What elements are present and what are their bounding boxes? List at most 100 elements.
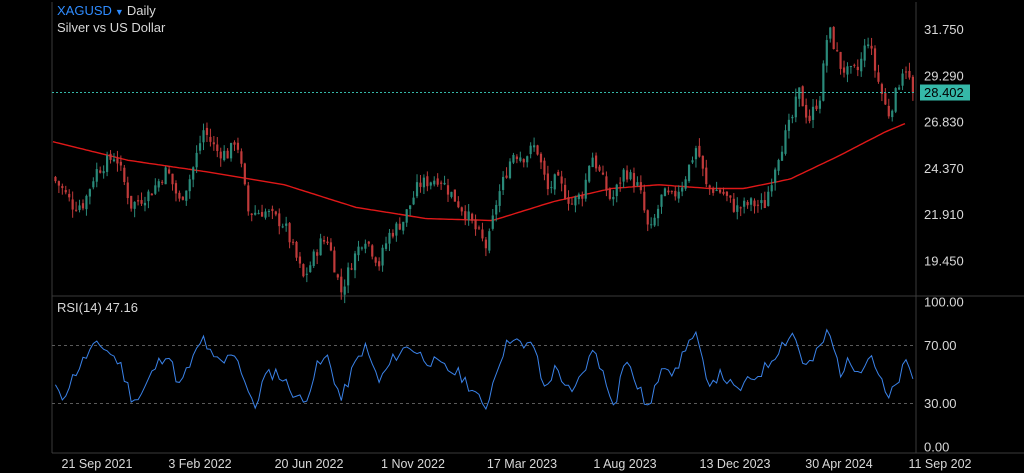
chart-canvas: 31.750 29.290 26.830 24.370 21.910 19.450 100.… <box>51 2 1024 471</box>
candle <box>608 187 611 201</box>
candle <box>570 197 574 205</box>
candle-body <box>302 264 305 277</box>
candle <box>505 167 508 179</box>
candle <box>419 174 422 193</box>
candle <box>532 137 536 152</box>
candle-body <box>267 210 271 212</box>
candle <box>123 164 126 186</box>
candle-body <box>749 198 753 205</box>
candle <box>687 164 691 183</box>
candle-body <box>350 268 353 270</box>
candle <box>264 208 267 220</box>
candle-body <box>574 196 577 206</box>
candle <box>446 178 450 202</box>
candle-body <box>887 105 890 117</box>
candle <box>422 174 426 195</box>
candle <box>508 158 512 180</box>
candle <box>684 176 687 191</box>
candle <box>319 233 322 256</box>
candle-body <box>281 226 284 228</box>
rsi-axis-label: 70.00 <box>924 338 957 353</box>
candle-body <box>519 157 522 161</box>
candle <box>629 169 632 181</box>
candle <box>856 59 859 77</box>
candle <box>185 190 188 206</box>
candle-body <box>340 276 343 293</box>
candle-body <box>908 70 911 78</box>
timeframe-label[interactable]: Daily <box>127 3 156 18</box>
time-axis-label: 3 Feb 2022 <box>168 457 231 471</box>
candle <box>174 180 178 202</box>
candle-body <box>126 182 129 199</box>
candle <box>591 152 594 168</box>
candle <box>347 262 350 294</box>
candle-body <box>181 196 184 200</box>
candle-body <box>681 187 684 192</box>
candle-body <box>526 156 529 163</box>
rsi-indicator-label[interactable]: RSI(14) 47.16 <box>57 300 138 315</box>
candle <box>229 142 233 162</box>
candle-body <box>157 181 160 188</box>
candle-body <box>405 209 408 223</box>
symbol-name[interactable]: XAGUSD <box>57 3 112 18</box>
candle-body <box>505 175 508 178</box>
candle <box>743 197 746 214</box>
candle <box>226 148 229 159</box>
candle-body <box>81 203 85 209</box>
candle-body <box>667 190 670 193</box>
candle <box>622 168 625 188</box>
candle-body <box>770 185 773 192</box>
candle <box>736 197 739 220</box>
candle-body <box>260 212 264 217</box>
candle-body <box>605 176 608 191</box>
candle <box>529 142 532 159</box>
symbol-header[interactable]: XAGUSD ▼ Daily <box>57 3 156 18</box>
candle-body <box>419 182 422 187</box>
candle <box>471 212 474 224</box>
candle-body <box>219 151 222 159</box>
candle <box>395 221 398 242</box>
rsi-line <box>54 328 914 411</box>
candle <box>853 63 856 68</box>
candle <box>691 156 694 164</box>
candle-body <box>818 100 822 109</box>
candle-body <box>777 160 780 171</box>
candle-body <box>140 200 143 204</box>
candle-body <box>250 213 253 215</box>
candle-body <box>295 241 298 258</box>
candle <box>481 222 484 242</box>
symbol-dropdown-caret-icon[interactable]: ▼ <box>115 7 124 17</box>
candle-body <box>570 203 574 205</box>
time-axis-label: 11 Sep 202 <box>908 457 971 471</box>
candle-body <box>911 76 914 93</box>
candle-body <box>102 171 105 174</box>
candle-body <box>619 182 622 184</box>
candle <box>873 45 877 78</box>
candle-body <box>891 110 894 118</box>
candle <box>205 122 209 142</box>
time-axis-labels: 21 Sep 2021 3 Feb 2022 20 Jun 2022 1 Nov 20… <box>62 457 972 471</box>
candle <box>732 192 735 213</box>
candle <box>567 190 570 211</box>
candle-body <box>677 191 680 199</box>
candle-body <box>226 150 229 159</box>
candle-body <box>384 243 388 249</box>
candle-body <box>705 167 708 185</box>
candle-body <box>856 66 859 71</box>
candle <box>405 209 408 227</box>
candle-body <box>247 185 250 212</box>
candle <box>522 158 525 168</box>
candle <box>894 87 897 114</box>
candle <box>798 87 801 107</box>
time-axis-label: 21 Sep 2021 <box>62 457 133 471</box>
candle <box>877 64 880 84</box>
candle-body <box>515 156 518 160</box>
candle-body <box>488 231 491 251</box>
candle-body <box>388 232 391 244</box>
candle-body <box>718 189 722 193</box>
candle <box>787 113 791 139</box>
candle-body <box>815 105 818 110</box>
moving-average-layer <box>52 122 906 222</box>
candle <box>536 144 539 156</box>
candle <box>491 209 494 231</box>
